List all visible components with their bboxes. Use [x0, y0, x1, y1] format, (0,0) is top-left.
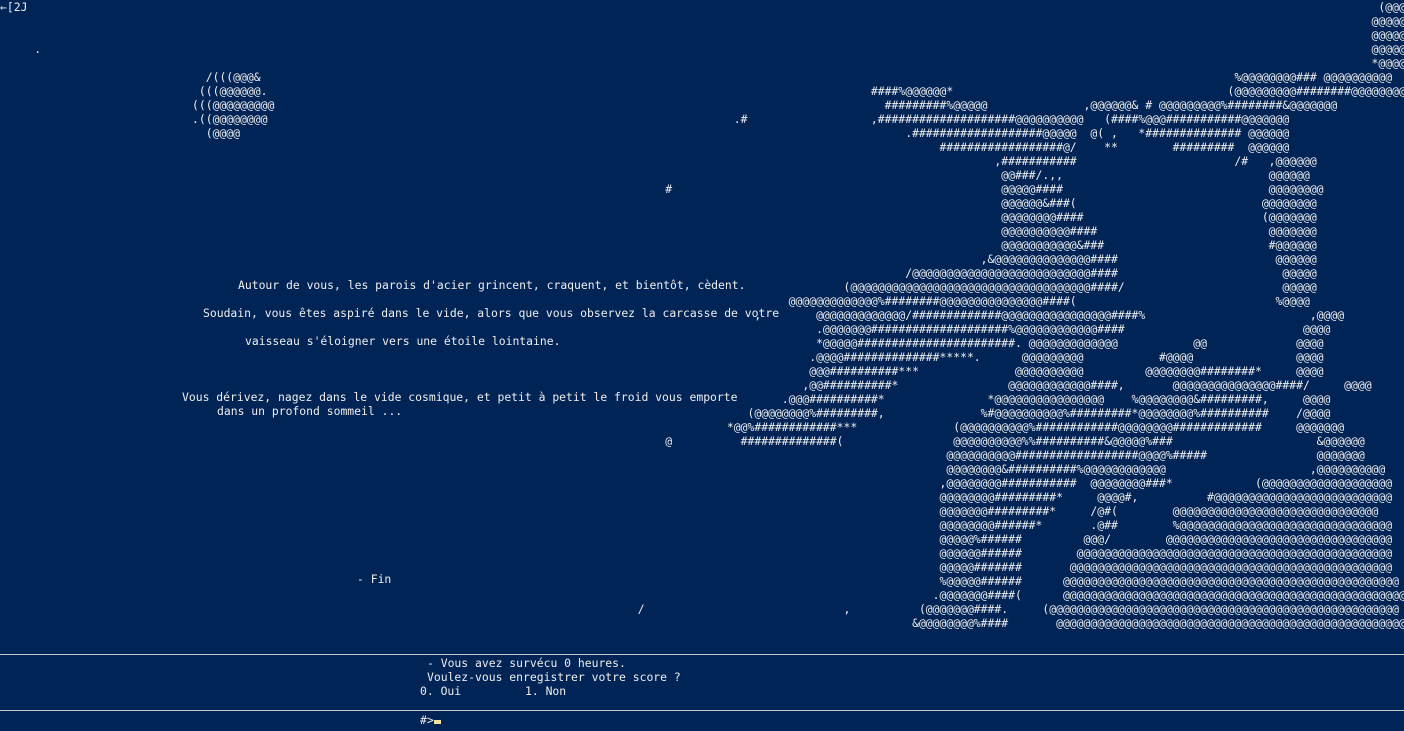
ascii-art-wreckage: (@@@ @@@@@ @@@@ . @@@@ *@@@@ /(((@@@& %@…	[34, 0, 1404, 630]
story-end-text: - Fin	[357, 572, 392, 586]
option-no[interactable]: 1. Non	[525, 684, 566, 698]
story-line-4: Vous dérivez, nagez dans le vide cosmiqu…	[182, 390, 738, 404]
command-input-prompt[interactable]: #>	[420, 713, 434, 727]
story-line-2: Soudain, vous êtes aspiré dans le vide, …	[203, 306, 780, 320]
bottom-separator	[0, 710, 1404, 711]
save-score-question: Voulez-vous enregistrer votre score ?	[427, 670, 681, 684]
survived-text: - Vous avez survécu 0 heures.	[427, 656, 626, 670]
story-line-3: vaisseau s'éloigner vers une étoile loin…	[245, 334, 561, 348]
option-yes[interactable]: 0. Oui	[420, 684, 461, 698]
story-line-5: dans un profond sommeil ...	[217, 404, 403, 418]
top-separator	[0, 654, 1404, 655]
story-line-1: Autour de vous, les parois d'acier grinc…	[238, 278, 746, 292]
text-cursor[interactable]	[434, 720, 441, 724]
